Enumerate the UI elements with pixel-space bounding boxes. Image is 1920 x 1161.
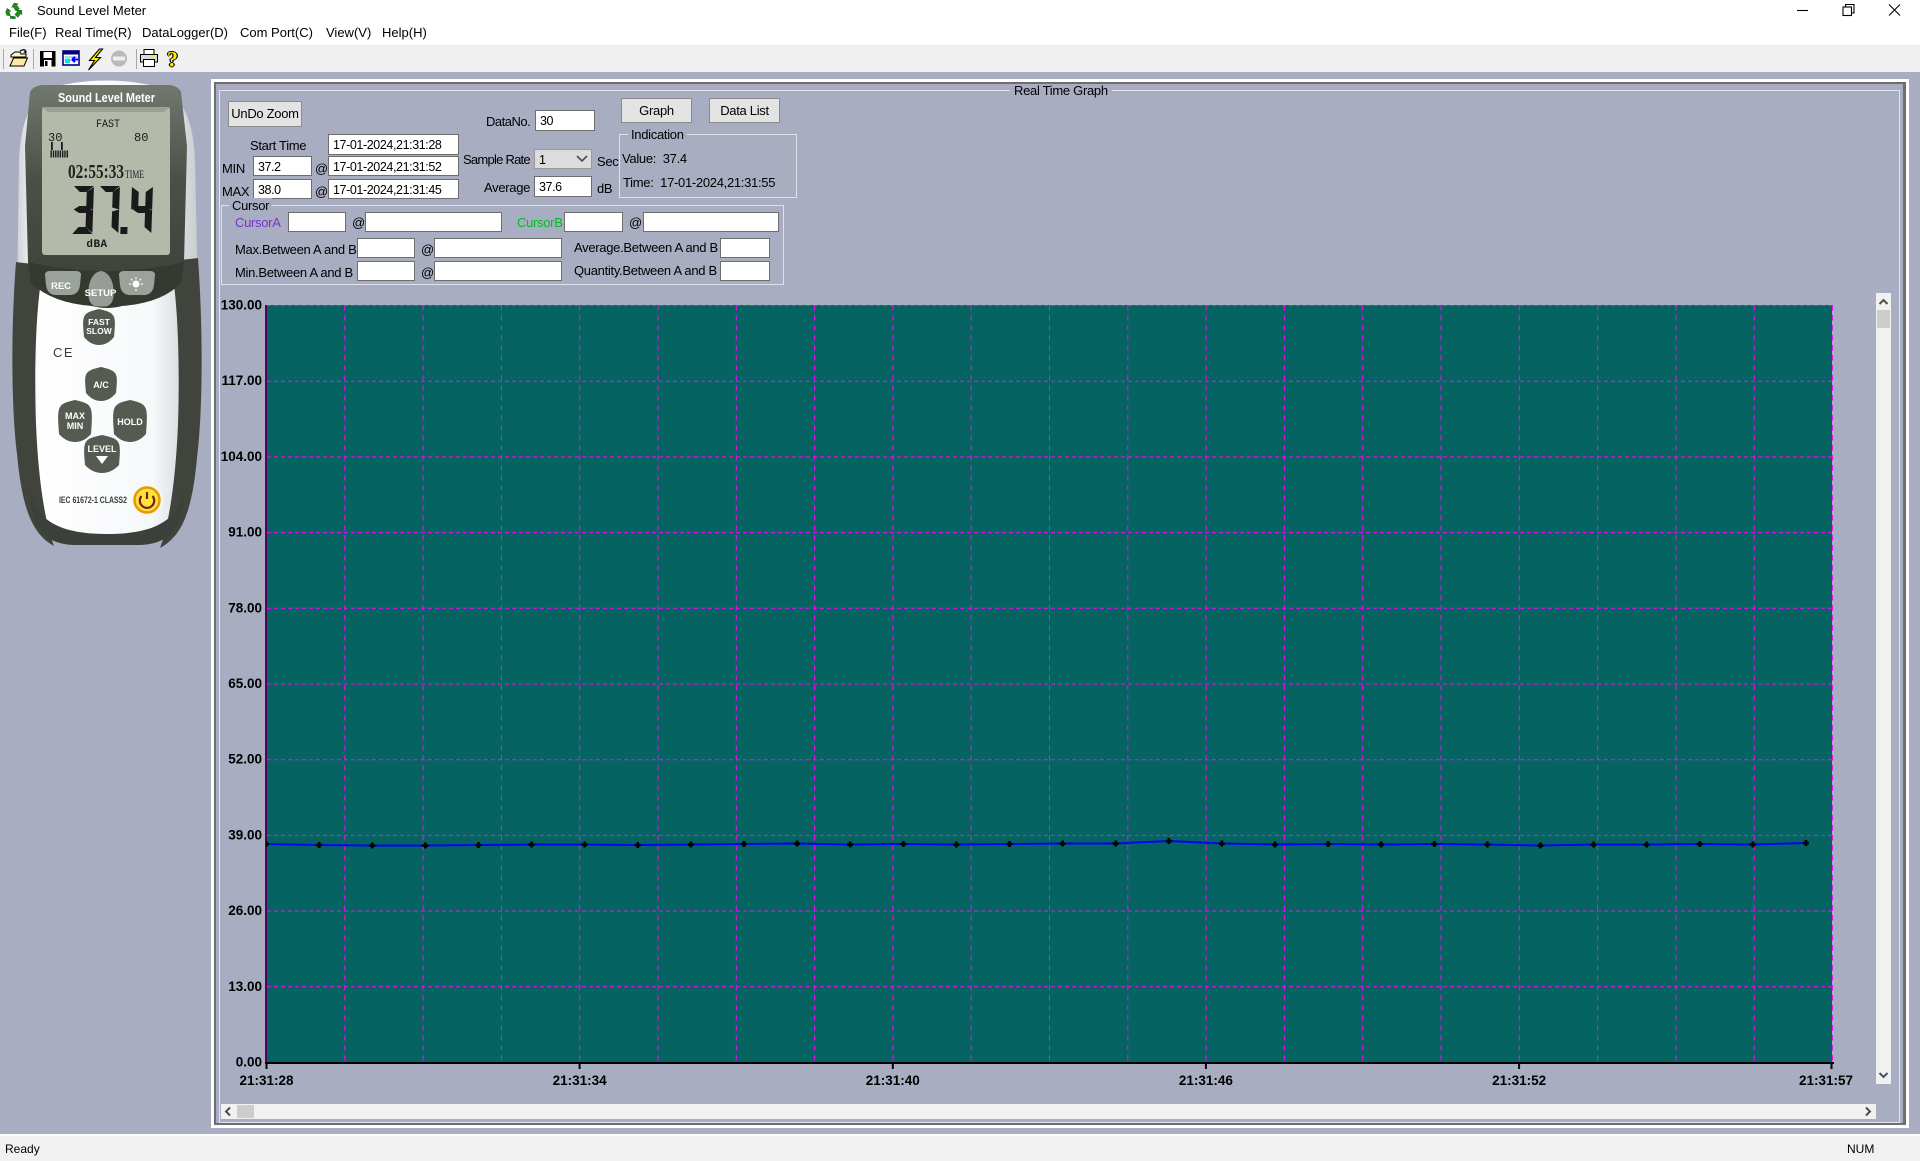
svg-text:21:31:57: 21:31:57 [1799, 1073, 1853, 1088]
svg-text:21:31:52: 21:31:52 [1492, 1073, 1546, 1088]
svg-text:0.00: 0.00 [236, 1055, 262, 1070]
svg-text:HOLD: HOLD [117, 417, 143, 427]
svg-text:LEVEL: LEVEL [87, 444, 117, 454]
svg-text:91.00: 91.00 [228, 525, 262, 540]
svg-text:MAX: MAX [65, 411, 85, 421]
svg-text:65.00: 65.00 [228, 676, 262, 691]
svg-text:52.00: 52.00 [228, 752, 262, 767]
svg-text:MIN: MIN [67, 421, 84, 431]
svg-text:21:31:34: 21:31:34 [553, 1073, 608, 1088]
svg-text:REC: REC [51, 281, 71, 292]
svg-text:13.00: 13.00 [228, 979, 262, 994]
svg-text:A/C: A/C [93, 380, 109, 390]
svg-text:39.00: 39.00 [228, 827, 262, 842]
svg-text:117.00: 117.00 [221, 373, 262, 388]
svg-text:26.00: 26.00 [228, 903, 262, 918]
svg-text:IEC 61672-1 CLASS2: IEC 61672-1 CLASS2 [59, 495, 127, 505]
svg-text:21:31:40: 21:31:40 [866, 1073, 920, 1088]
svg-text:78.00: 78.00 [228, 600, 262, 615]
svg-text:CE: CE [53, 345, 74, 360]
svg-text:21:31:28: 21:31:28 [239, 1073, 294, 1088]
svg-text:21:31:46: 21:31:46 [1179, 1073, 1234, 1088]
svg-text:SLOW: SLOW [86, 326, 112, 336]
svg-text:130.00: 130.00 [221, 298, 262, 313]
svg-text:SETUP: SETUP [85, 288, 117, 299]
svg-text:104.00: 104.00 [221, 449, 262, 464]
